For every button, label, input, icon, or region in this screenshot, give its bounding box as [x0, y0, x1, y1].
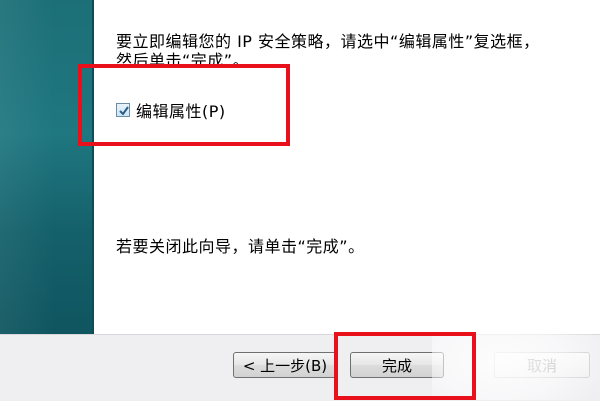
wizard-banner — [0, 0, 94, 334]
intro-text: 要立即编辑您的 IP 安全策略，请选中“编辑属性”复选框，然后单击“完成”。 — [116, 32, 540, 70]
checkmark-icon — [119, 106, 129, 116]
close-wizard-text: 若要关闭此向导，请单击“完成”。 — [116, 237, 365, 256]
edit-properties-checkbox[interactable] — [116, 103, 130, 117]
edit-properties-option[interactable]: 编辑属性(P) — [116, 98, 226, 122]
back-button[interactable]: < 上一步(B) — [233, 352, 337, 378]
cancel-button[interactable]: 取消 — [494, 352, 590, 378]
finish-button[interactable]: 完成 — [350, 352, 444, 378]
edit-properties-label: 编辑属性(P) — [136, 102, 226, 121]
